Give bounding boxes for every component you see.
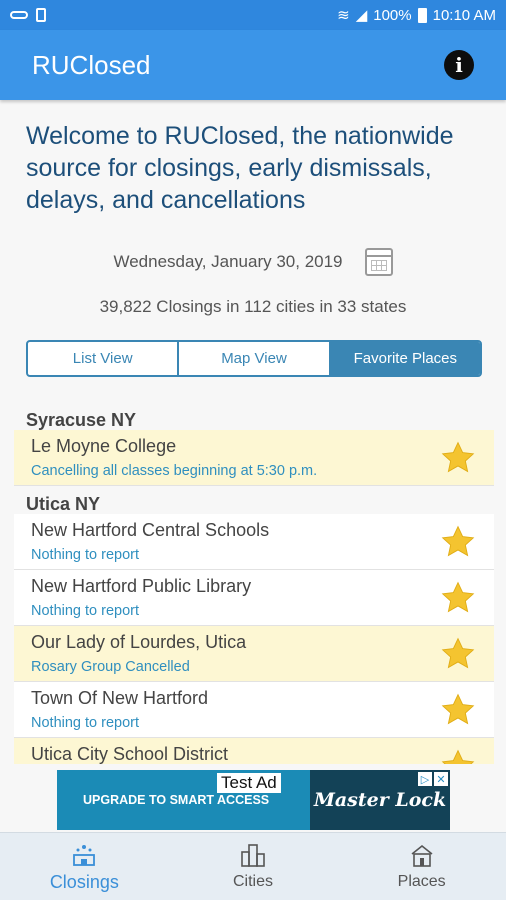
place-status: Nothing to report [31,547,140,563]
place-name: Town Of New Hartford [31,688,209,708]
list-item[interactable]: Our Lady of Lourdes, Utica Rosary Group … [14,626,494,682]
list-item[interactable]: New Hartford Central Schools Nothing to … [14,514,494,570]
tab-list-view[interactable]: List View [28,342,180,375]
place-status: Nothing to report [31,715,140,731]
place-name: Utica City School District [31,744,229,764]
status-bar: ≋ ◢ 100% 10:10 AM [0,0,506,30]
place-status: Cancelling all classes beginning at 5:30… [31,463,318,479]
nav-places-label: Places [397,873,446,890]
place-status: Rosary Group Cancelled [31,659,190,675]
welcome-message: Welcome to RUClosed, the nationwide sour… [26,122,454,214]
list-item[interactable]: Le Moyne College Cancelling all classes … [14,430,494,486]
star-icon[interactable] [440,440,476,476]
city-header: Syracuse NY [26,410,137,430]
ad-close-icon[interactable]: ✕ [434,772,448,786]
sim-icon [36,8,46,22]
list-item[interactable]: New Hartford Public Library Nothing to r… [14,570,494,626]
star-icon[interactable] [440,748,476,764]
ad-text: UPGRADE TO SMART ACCESS [83,793,270,807]
view-tabs: List View Map View Favorite Places [26,340,482,377]
info-icon[interactable]: i [444,50,474,80]
signal-icon: ◢ [355,7,368,24]
nav-cities[interactable]: Cities [169,833,338,900]
favorites-list[interactable]: Syracuse NY Le Moyne College Cancelling … [14,402,494,764]
closings-summary: 39,822 Closings in 112 cities in 33 stat… [99,297,407,316]
current-date: Wednesday, January 30, 2019 [113,252,343,271]
star-icon[interactable] [440,580,476,616]
cities-icon [241,844,265,867]
app-title: RUClosed [32,49,151,80]
battery-percent: 100% [373,6,412,24]
star-icon[interactable] [440,692,476,728]
voicemail-icon [10,11,28,19]
list-item[interactable]: Utica City School District [14,738,494,764]
closings-icon [73,844,96,866]
place-name: Our Lady of Lourdes, Utica [31,632,247,652]
ad-info-icon[interactable]: ▷ [418,772,432,786]
nav-places[interactable]: Places [337,833,506,900]
ad-label: Test Ad [217,773,281,793]
wifi-icon: ≋ [337,7,350,24]
tab-favorite-places[interactable]: Favorite Places [330,342,480,375]
star-icon[interactable] [440,636,476,672]
bottom-nav: Closings Cities Places [0,832,506,900]
places-icon [411,844,433,867]
date-row: Wednesday, January 30, 2019 [0,248,506,276]
app-bar: RUClosed i [0,30,506,100]
place-status: Nothing to report [31,603,140,619]
status-time: 10:10 AM [432,6,496,24]
calendar-icon[interactable] [364,248,393,276]
nav-cities-label: Cities [233,873,274,890]
battery-icon [417,7,427,23]
list-item[interactable]: Town Of New Hartford Nothing to report [14,682,494,738]
place-name: Le Moyne College [31,436,177,456]
city-header: Utica NY [26,494,101,514]
tab-map-view[interactable]: Map View [179,342,331,375]
ad-banner[interactable]: UPGRADE TO SMART ACCESS Test Ad Master L… [57,770,450,830]
place-name: New Hartford Public Library [31,576,252,596]
ad-choices[interactable]: ▷ ✕ [418,772,448,786]
nav-closings-label: Closings [49,871,119,892]
star-icon[interactable] [440,524,476,560]
nav-closings[interactable]: Closings [0,833,169,900]
place-name: New Hartford Central Schools [31,520,270,540]
